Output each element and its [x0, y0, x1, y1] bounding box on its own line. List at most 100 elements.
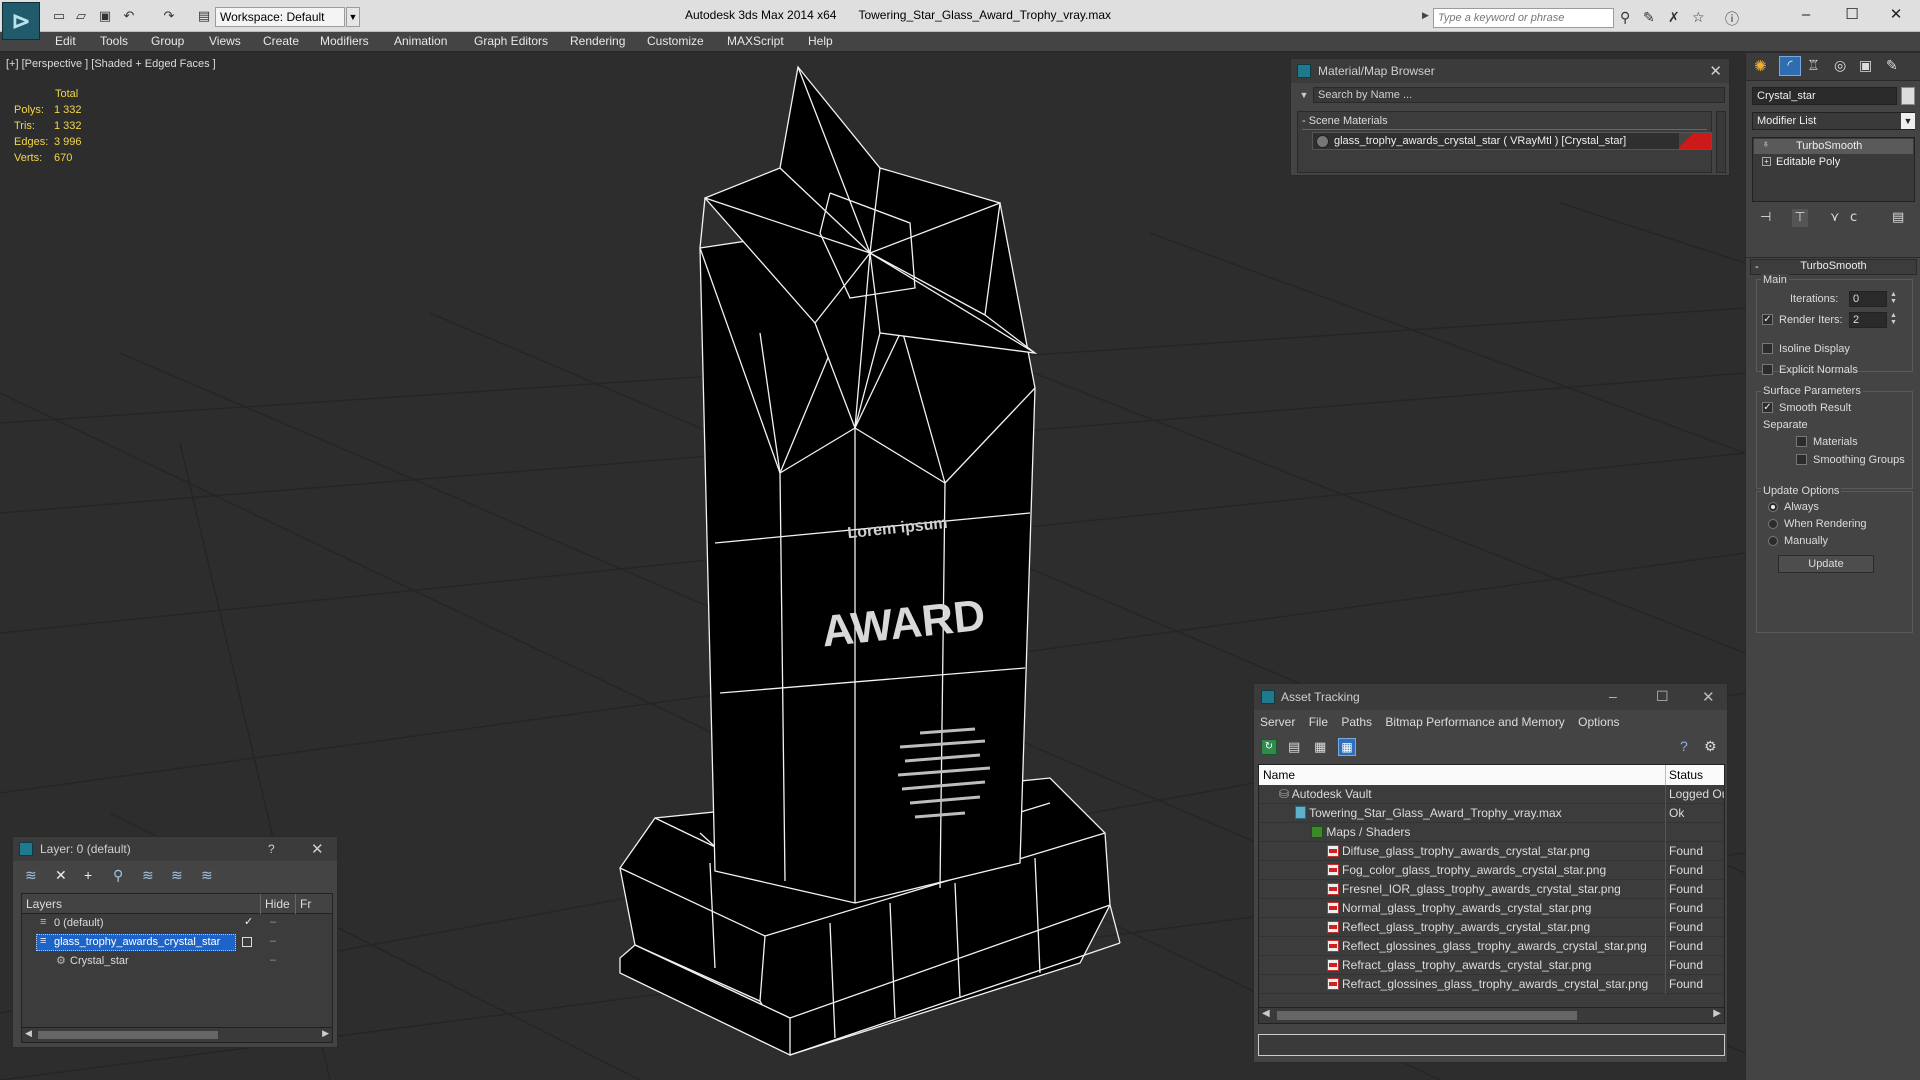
at-menu-file[interactable]: File — [1309, 715, 1328, 729]
help-button[interactable]: ? — [268, 842, 275, 856]
current-layer-box[interactable] — [242, 937, 252, 947]
menu-modifiers[interactable]: Modifiers — [320, 34, 369, 48]
close-icon[interactable]: ✕ — [1709, 62, 1722, 80]
star-icon[interactable]: ☆ — [1692, 9, 1705, 26]
chevron-down-icon[interactable]: ▼ — [1901, 113, 1915, 129]
modifier-list-dropdown[interactable]: Modifier List — [1752, 112, 1915, 130]
menu-edit[interactable]: Edit — [55, 34, 76, 48]
object-name-field[interactable]: Crystal_star — [1752, 87, 1897, 105]
asset-row-texture[interactable]: Diffuse_glass_trophy_awards_crystal_star… — [1259, 842, 1724, 861]
when-rendering-radio[interactable] — [1768, 519, 1778, 529]
layer-object-row[interactable]: ⚙ Crystal_star – — [22, 952, 332, 971]
app-menu-button[interactable]: ⊳ — [2, 2, 40, 40]
stack-item-editable-poly[interactable]: + Editable Poly — [1754, 155, 1913, 170]
menu-customize[interactable]: Customize — [647, 34, 704, 48]
remove-modifier-icon[interactable]: ⅽ — [1850, 209, 1857, 225]
utilities-tab-icon[interactable]: ✎ — [1886, 57, 1898, 74]
iterations-spinner[interactable]: 0 — [1849, 291, 1887, 307]
make-unique-icon[interactable]: ⋎ — [1830, 209, 1840, 225]
layer-row[interactable]: ≡ 0 (default) ✓ – — [22, 914, 332, 933]
undo-icon[interactable]: ↶ — [120, 8, 138, 24]
menu-create[interactable]: Create — [263, 34, 299, 48]
create-layer-icon[interactable]: ≋ — [25, 867, 37, 884]
scroll-left-icon[interactable]: ◀ — [25, 1028, 32, 1039]
hierarchy-tab-icon[interactable]: ♖ — [1807, 57, 1820, 74]
refresh-icon[interactable]: ↻ — [1261, 739, 1277, 755]
layer-row-selected[interactable]: ≡ glass_trophy_awards_crystal_star – — [22, 933, 332, 952]
highlight-layer-icon[interactable]: ≋ — [142, 867, 154, 884]
help-icon[interactable]: ⓘ — [1725, 9, 1739, 29]
search-expand-icon[interactable]: ▶ — [1422, 10, 1429, 21]
help-icon[interactable]: ? — [1680, 738, 1688, 754]
viewport-label[interactable]: [+] [Perspective ] [Shaded + Edged Faces… — [6, 58, 216, 70]
render-iters-spinner[interactable]: 2 — [1849, 312, 1887, 328]
asset-path-field[interactable] — [1258, 1034, 1725, 1056]
materials-checkbox[interactable] — [1796, 436, 1807, 447]
menu-maxscript[interactable]: MAXScript — [727, 34, 784, 48]
show-end-result-icon[interactable]: ⊤ — [1792, 209, 1808, 227]
lightbulb-icon[interactable]: ♁ — [1762, 139, 1770, 150]
x-icon[interactable]: ✗ — [1668, 9, 1680, 26]
workspace-dropdown[interactable]: Workspace: Default — [215, 7, 345, 27]
stack-item-turbosmooth[interactable]: ♁ TurboSmooth — [1754, 139, 1913, 154]
column-layers-header[interactable]: Layers — [26, 897, 62, 911]
spinner-arrows-icon[interactable]: ▲ ▼ — [1889, 312, 1898, 328]
close-icon[interactable]: ✕ — [311, 840, 324, 858]
asset-row-texture[interactable]: Fresnel_IOR_glass_trophy_awards_crystal_… — [1259, 880, 1724, 899]
chevron-down-icon[interactable]: ▼ — [346, 7, 360, 27]
at-menu-paths[interactable]: Paths — [1341, 715, 1372, 729]
asset-row-max-file[interactable]: Towering_Star_Glass_Award_Trophy_vray.ma… — [1259, 804, 1724, 823]
current-layer-check-icon[interactable]: ✓ — [244, 915, 253, 928]
material-search-input[interactable]: Search by Name ... — [1313, 87, 1725, 103]
hide-toggle[interactable]: – — [270, 935, 276, 947]
at-menu-server[interactable]: Server — [1260, 715, 1295, 729]
scroll-right-icon[interactable]: ▶ — [322, 1028, 329, 1039]
menu-animation[interactable]: Animation — [394, 34, 447, 48]
maximize-button[interactable]: ☐ — [1832, 4, 1872, 28]
always-radio[interactable] — [1768, 502, 1778, 512]
menu-group[interactable]: Group — [151, 34, 184, 48]
render-iters-checkbox[interactable]: ✓ — [1762, 314, 1773, 325]
project-folder-icon[interactable]: ▤ — [195, 8, 213, 24]
turbosmooth-rollout-header[interactable]: - TurboSmooth — [1750, 259, 1917, 275]
open-file-icon[interactable]: ▱ — [72, 8, 90, 24]
freeze-all-icon[interactable]: ≋ — [201, 867, 213, 884]
menu-graph-editors[interactable]: Graph Editors — [474, 34, 548, 48]
scene-materials-header[interactable]: - Scene Materials — [1302, 115, 1388, 127]
expand-icon[interactable]: + — [1762, 157, 1771, 166]
settings-icon[interactable]: ⚙ — [1704, 738, 1717, 755]
menu-rendering[interactable]: Rendering — [570, 34, 625, 48]
delete-layer-icon[interactable]: ✕ — [55, 867, 67, 884]
manually-radio[interactable] — [1768, 536, 1778, 546]
hide-toggle[interactable]: – — [270, 916, 276, 928]
menu-views[interactable]: Views — [209, 34, 241, 48]
close-button[interactable]: ✕ — [1876, 4, 1916, 28]
asset-row-texture[interactable]: Refract_glass_trophy_awards_crystal_star… — [1259, 956, 1724, 975]
asset-row-vault[interactable]: ⛁ Autodesk Vault Logged Ou — [1259, 785, 1724, 804]
asset-row-texture[interactable]: Refract_glossines_glass_trophy_awards_cr… — [1259, 975, 1724, 994]
detail-view-icon[interactable]: ▦ — [1314, 739, 1326, 755]
material-browser-titlebar[interactable]: Material/Map Browser ✕ — [1291, 59, 1729, 83]
material-item[interactable]: glass_trophy_awards_crystal_star ( VRayM… — [1312, 132, 1712, 150]
asset-table-hscrollbar[interactable]: ◀ ▶ — [1259, 1007, 1724, 1023]
spinner-arrows-icon[interactable]: ▲ ▼ — [1889, 291, 1898, 307]
smooth-result-checkbox[interactable]: ✓ — [1762, 402, 1773, 413]
keyword-search-input[interactable]: Type a keyword or phrase — [1433, 8, 1614, 28]
at-menu-bitmap[interactable]: Bitmap Performance and Memory — [1385, 715, 1564, 729]
display-tab-icon[interactable]: ▣ — [1859, 57, 1872, 74]
scroll-left-icon[interactable]: ◀ — [1262, 1008, 1270, 1019]
minimize-button[interactable]: – — [1786, 4, 1826, 28]
maximize-button[interactable]: ☐ — [1656, 688, 1669, 705]
scroll-thumb[interactable] — [1277, 1011, 1577, 1020]
column-name-header[interactable]: Name — [1263, 768, 1295, 782]
select-objects-icon[interactable]: ⚲ — [113, 867, 123, 884]
hide-all-icon[interactable]: ≋ — [171, 867, 183, 884]
material-scrollbar[interactable] — [1716, 111, 1726, 173]
add-to-layer-icon[interactable]: + — [84, 867, 92, 883]
menu-tools[interactable]: Tools — [100, 34, 128, 48]
at-menu-options[interactable]: Options — [1578, 715, 1619, 729]
motion-tab-icon[interactable]: ◎ — [1834, 57, 1846, 74]
save-file-icon[interactable]: ▣ — [96, 8, 114, 24]
configure-sets-icon[interactable]: ▤ — [1892, 209, 1904, 225]
isoline-display-checkbox[interactable] — [1762, 343, 1773, 354]
